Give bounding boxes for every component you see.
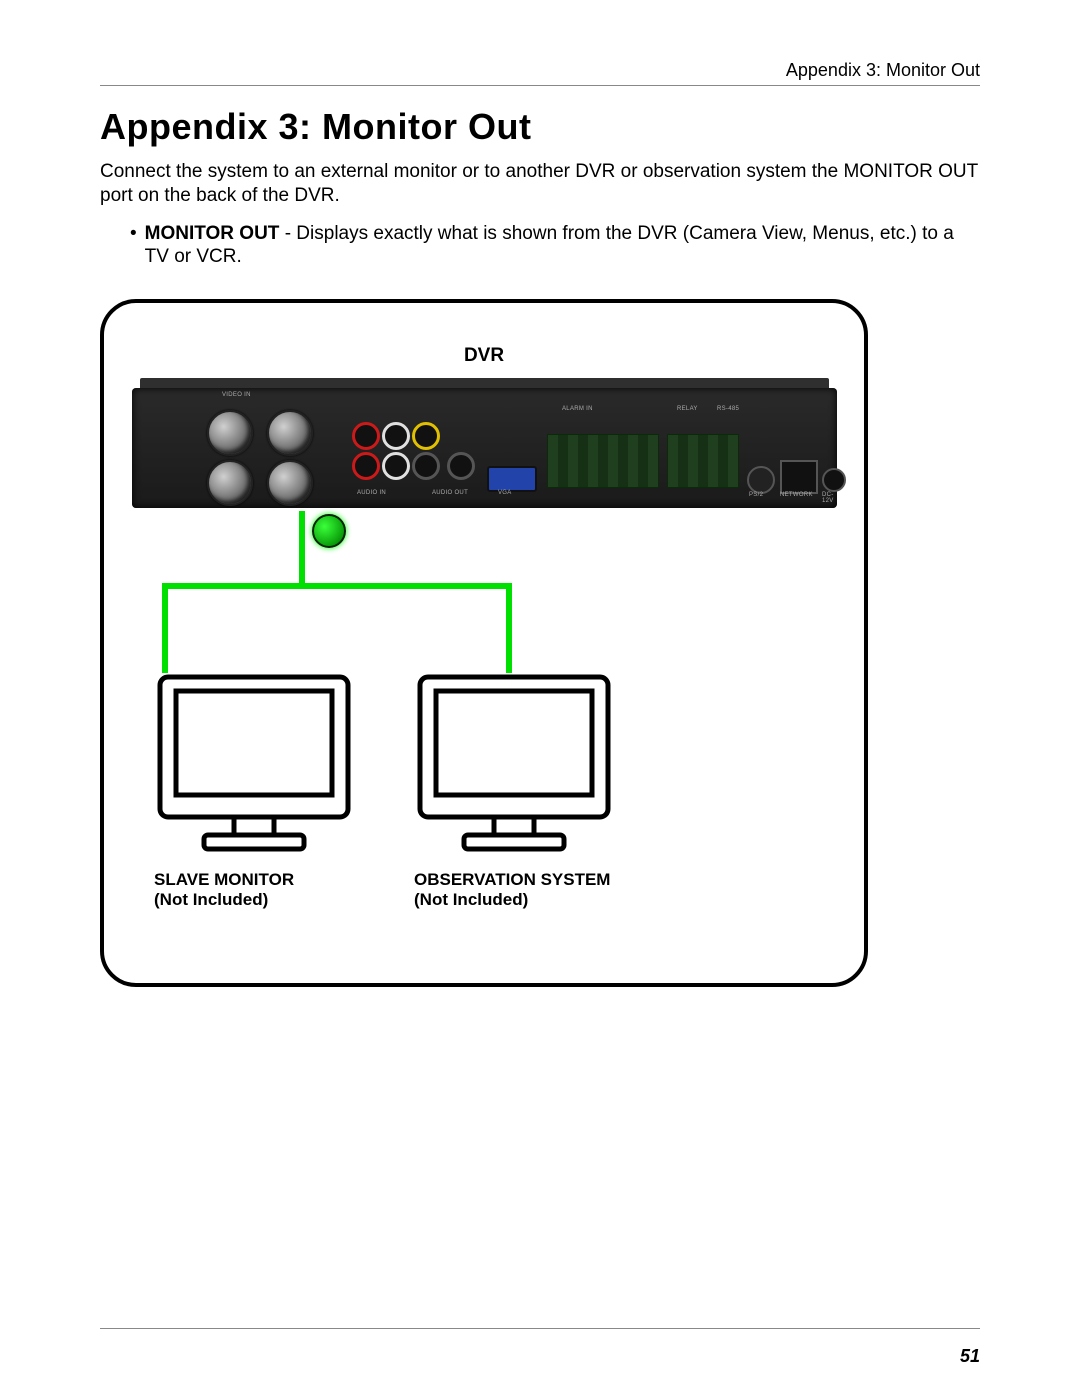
footer-rule <box>100 1328 980 1329</box>
observation-system-label: OBSERVATION SYSTEM (Not Included) <box>414 870 614 911</box>
rca-port <box>382 422 410 450</box>
header-rule <box>100 85 980 86</box>
caption-alarm-in: ALARM IN <box>562 406 593 412</box>
caption-rs485: RS-485 <box>717 406 739 412</box>
monitor-out-port <box>312 514 346 548</box>
ps2-port <box>747 466 775 494</box>
bnc-port-2 <box>267 410 313 456</box>
running-header: Appendix 3: Monitor Out <box>100 60 980 81</box>
bnc-port-4 <box>267 460 313 506</box>
terminal-block-relay <box>667 434 739 488</box>
dvr-device: VIDEO IN AUDIO IN AUDIO OU <box>132 378 837 518</box>
bnc-video-in-group <box>207 410 327 500</box>
rca-port <box>412 452 440 480</box>
bnc-port-1 <box>207 410 253 456</box>
bullet-item: • MONITOR OUT - Displays exactly what is… <box>130 222 980 270</box>
label-line1: SLAVE MONITOR <box>154 870 354 890</box>
monitor-icon <box>414 671 614 861</box>
slave-monitor-label: SLAVE MONITOR (Not Included) <box>154 870 354 911</box>
monitor-icon <box>154 671 354 861</box>
vga-port <box>487 466 537 492</box>
bullet-text: MONITOR OUT - Displays exactly what is s… <box>145 222 980 270</box>
label-line2: (Not Included) <box>414 890 614 910</box>
rca-port <box>352 422 380 450</box>
cable-segment <box>299 511 305 586</box>
caption-relay: RELAY <box>677 406 698 412</box>
caption-dc: DC-12V <box>822 492 837 504</box>
rca-port <box>352 452 380 480</box>
caption-vga: VGA <box>498 490 512 496</box>
dc-power-jack <box>822 468 846 492</box>
cable-segment <box>506 583 512 673</box>
caption-audio-in: AUDIO IN <box>357 490 386 496</box>
caption-video-in: VIDEO IN <box>222 392 251 398</box>
caption-ps2: PS/2 <box>749 492 763 498</box>
terminal-block-alarm <box>547 434 659 488</box>
intro-paragraph: Connect the system to an external monito… <box>100 160 980 208</box>
observation-system: OBSERVATION SYSTEM (Not Included) <box>414 671 614 911</box>
slave-monitor: SLAVE MONITOR (Not Included) <box>154 671 354 911</box>
cable-segment <box>162 583 168 673</box>
dvr-label: DVR <box>104 345 864 367</box>
page-number: 51 <box>960 1346 980 1367</box>
rca-port <box>412 422 440 450</box>
cable-segment <box>162 583 512 589</box>
figure-container: DVR VIDEO IN <box>100 299 868 987</box>
caption-network: NETWORK <box>780 492 813 498</box>
ethernet-port <box>780 460 818 494</box>
label-line1: OBSERVATION SYSTEM <box>414 870 614 890</box>
label-line2: (Not Included) <box>154 890 354 910</box>
rca-port <box>447 452 475 480</box>
caption-audio-out: AUDIO OUT <box>432 490 468 496</box>
page: Appendix 3: Monitor Out Appendix 3: Moni… <box>0 0 1080 1397</box>
dvr-back-panel: VIDEO IN AUDIO IN AUDIO OU <box>132 388 837 508</box>
bullet-lead: MONITOR OUT <box>145 223 280 244</box>
appendix-title: Appendix 3: Monitor Out <box>100 106 980 148</box>
rca-port <box>382 452 410 480</box>
bnc-port-3 <box>207 460 253 506</box>
bullet-marker: • <box>130 222 137 270</box>
